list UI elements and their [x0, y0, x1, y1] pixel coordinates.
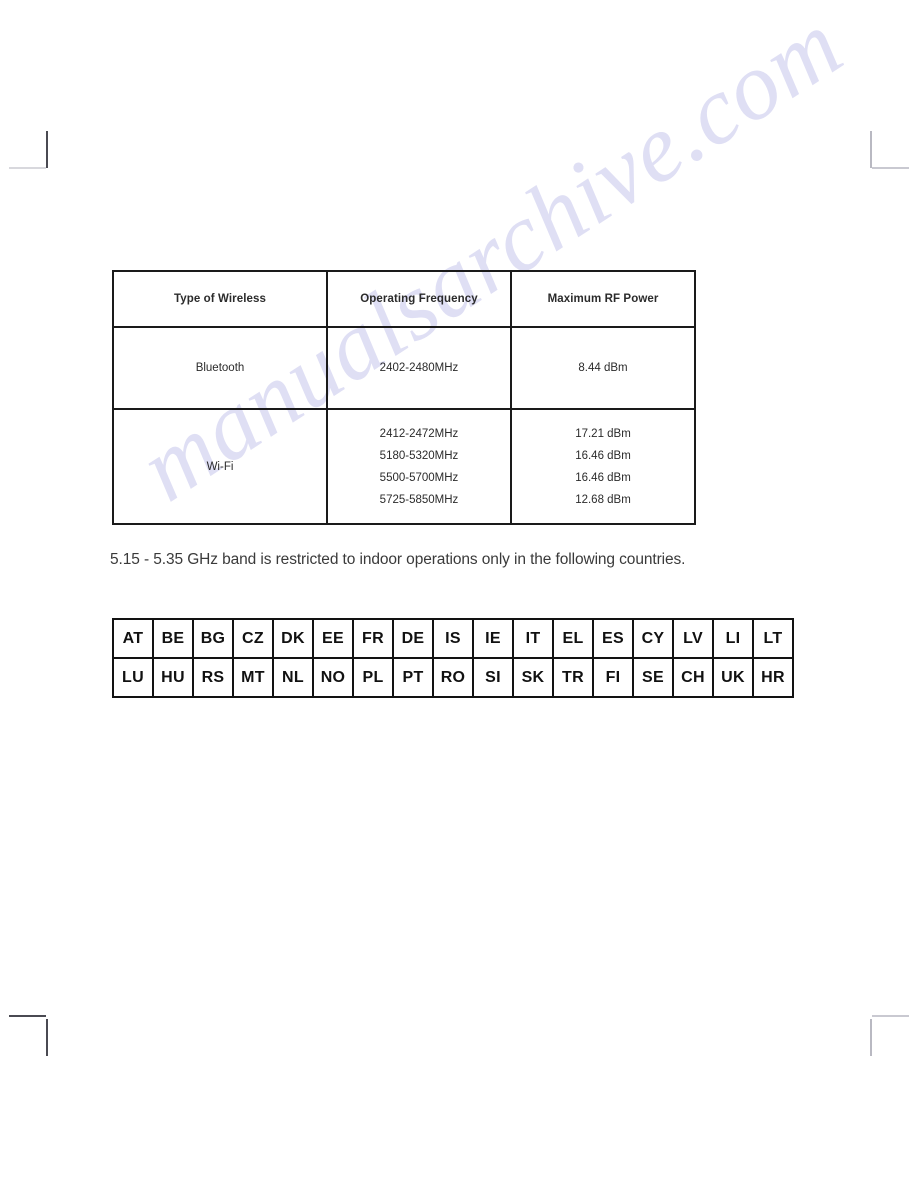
- document-page: manualsarchive.com Type of Wireless Oper…: [0, 0, 918, 1188]
- crop-mark-bottom-right-horizontal: [872, 1015, 909, 1017]
- cell-wireless-type: Bluetooth: [112, 326, 328, 410]
- country-code-cell: SI: [472, 657, 514, 698]
- country-code-cell: FR: [352, 618, 394, 659]
- country-code-cell: CZ: [232, 618, 274, 659]
- crop-mark-bottom-left-horizontal: [9, 1015, 46, 1017]
- frequency-line: 5725-5850MHz: [379, 493, 459, 506]
- country-code-cell: HR: [752, 657, 794, 698]
- frequency-line: 5180-5320MHz: [379, 449, 459, 462]
- frequency-line: 2412-2472MHz: [379, 427, 459, 440]
- country-code-cell: CH: [672, 657, 714, 698]
- country-code-cell: SK: [512, 657, 554, 698]
- country-code-cell: PL: [352, 657, 394, 698]
- country-code-cell: IE: [472, 618, 514, 659]
- crop-mark-top-right-vertical: [870, 131, 872, 168]
- country-code-cell: DK: [272, 618, 314, 659]
- country-code-cell: BE: [152, 618, 194, 659]
- country-code-cell: LU: [112, 657, 154, 698]
- crop-mark-top-left-horizontal: [9, 167, 46, 169]
- cell-maximum-rf-power: 17.21 dBm 16.46 dBm 16.46 dBm 12.68 dBm: [510, 408, 696, 525]
- crop-mark-bottom-left-vertical: [46, 1019, 48, 1056]
- indoor-restriction-note: 5.15 - 5.35 GHz band is restricted to in…: [110, 551, 686, 568]
- country-code-cell: BG: [192, 618, 234, 659]
- country-code-cell: AT: [112, 618, 154, 659]
- power-line: 16.46 dBm: [575, 449, 631, 462]
- cell-maximum-rf-power: 8.44 dBm: [510, 326, 696, 410]
- country-code-row: AT BE BG CZ DK EE FR DE IS IE IT EL ES CY LV LI LT: [112, 618, 794, 659]
- table-header-row: Type of Wireless Operating Frequency Max…: [112, 270, 696, 328]
- country-code-cell: LI: [712, 618, 754, 659]
- country-code-table: AT BE BG CZ DK EE FR DE IS IE IT EL ES CY LV LI LT LU HU RS…: [112, 618, 794, 698]
- column-header-power: Maximum RF Power: [510, 270, 696, 328]
- country-code-cell: HU: [152, 657, 194, 698]
- country-code-cell: IS: [432, 618, 474, 659]
- column-header-type: Type of Wireless: [112, 270, 328, 328]
- country-code-cell: DE: [392, 618, 434, 659]
- country-code-cell: PT: [392, 657, 434, 698]
- rf-specification-table: Type of Wireless Operating Frequency Max…: [112, 270, 696, 525]
- country-code-cell: RS: [192, 657, 234, 698]
- country-code-cell: EE: [312, 618, 354, 659]
- power-line: 17.21 dBm: [575, 427, 631, 440]
- cell-operating-frequency: 2402-2480MHz: [326, 326, 512, 410]
- country-code-cell: UK: [712, 657, 754, 698]
- country-code-cell: CY: [632, 618, 674, 659]
- power-line: 12.68 dBm: [575, 493, 631, 506]
- table-row: Bluetooth 2402-2480MHz 8.44 dBm: [112, 326, 696, 410]
- country-code-cell: NO: [312, 657, 354, 698]
- country-code-cell: NL: [272, 657, 314, 698]
- country-code-cell: LT: [752, 618, 794, 659]
- crop-mark-bottom-right-vertical: [870, 1019, 872, 1056]
- frequency-line: 5500-5700MHz: [379, 471, 459, 484]
- cell-operating-frequency: 2412-2472MHz 5180-5320MHz 5500-5700MHz 5…: [326, 408, 512, 525]
- cell-wireless-type: Wi-Fi: [112, 408, 328, 525]
- frequency-line: 2402-2480MHz: [379, 362, 459, 374]
- country-code-row: LU HU RS MT NL NO PL PT RO SI SK TR FI SE CH UK HR: [112, 657, 794, 698]
- country-code-cell: SE: [632, 657, 674, 698]
- country-code-cell: RO: [432, 657, 474, 698]
- crop-mark-top-right-horizontal: [872, 167, 909, 169]
- country-code-cell: IT: [512, 618, 554, 659]
- power-line: 16.46 dBm: [575, 471, 631, 484]
- country-code-cell: LV: [672, 618, 714, 659]
- country-code-cell: ES: [592, 618, 634, 659]
- country-code-cell: FI: [592, 657, 634, 698]
- table-row: Wi-Fi 2412-2472MHz 5180-5320MHz 5500-570…: [112, 408, 696, 525]
- country-code-cell: EL: [552, 618, 594, 659]
- country-code-cell: MT: [232, 657, 274, 698]
- crop-mark-top-left-vertical: [46, 131, 48, 168]
- column-header-frequency: Operating Frequency: [326, 270, 512, 328]
- power-line: 8.44 dBm: [578, 362, 628, 374]
- country-code-cell: TR: [552, 657, 594, 698]
